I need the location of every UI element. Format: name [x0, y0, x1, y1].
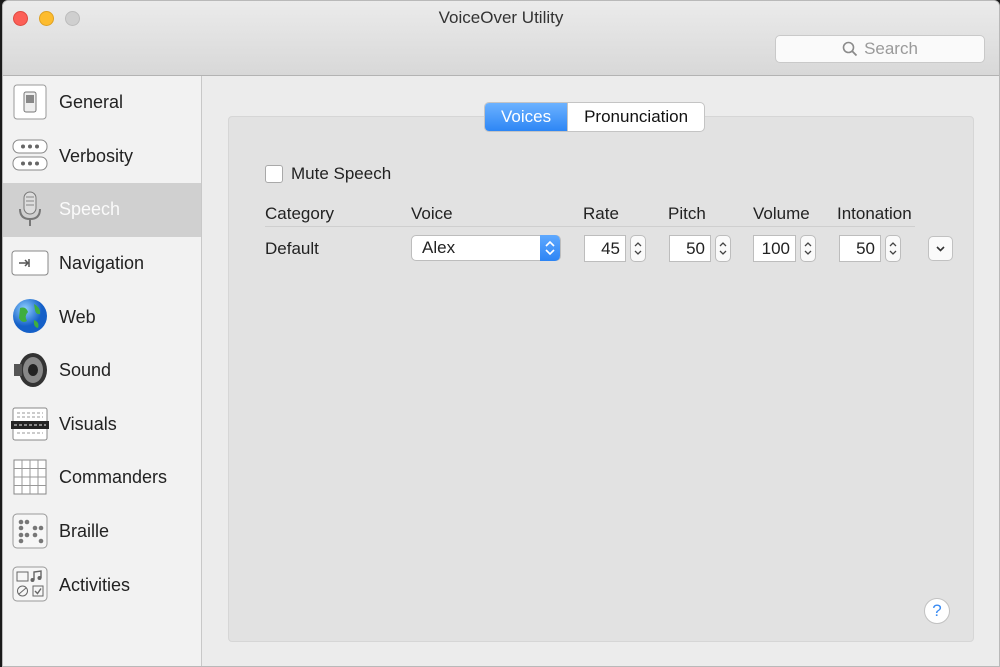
voice-popup[interactable]: Alex: [411, 235, 561, 261]
tab-pronunciation[interactable]: Pronunciation: [567, 103, 704, 131]
chevron-down-icon: [936, 246, 945, 252]
header-divider: [265, 226, 915, 227]
help-button[interactable]: ?: [924, 598, 950, 624]
voiceover-utility-window: VoiceOver Utility Search General Verbosi…: [2, 0, 1000, 667]
braille-icon: [12, 513, 48, 549]
tab-voices[interactable]: Voices: [485, 103, 568, 131]
sidebar-item-label: Speech: [59, 199, 121, 220]
microphone-icon: [19, 191, 41, 227]
rate-stepper[interactable]: [630, 235, 646, 262]
globe-icon: [13, 299, 47, 334]
search-field[interactable]: Search: [775, 35, 985, 63]
window-title: VoiceOver Utility: [438, 8, 564, 27]
sidebar-item-activities[interactable]: Activities: [3, 558, 201, 612]
mute-speech-checkbox[interactable]: [265, 165, 283, 183]
tab-key-icon: [11, 250, 49, 276]
sidebar-item-speech[interactable]: Speech: [3, 183, 201, 237]
tab-control: Voices Pronunciation: [484, 102, 706, 132]
intonation-field[interactable]: 50: [839, 235, 881, 262]
sidebar-item-general[interactable]: General: [3, 76, 201, 130]
voices-panel: Mute Speech Category Voice Rate Pitch Vo…: [228, 116, 974, 642]
stepper-arrows-icon: [804, 242, 812, 255]
switch-icon: [13, 84, 47, 120]
volume-stepper[interactable]: [800, 235, 816, 262]
voice-value: Alex: [422, 238, 456, 257]
sidebar-item-label: Activities: [59, 574, 131, 595]
stepper-arrows-icon: [889, 242, 897, 255]
grid-icon: [13, 459, 47, 495]
speech-bubbles-icon: [12, 139, 48, 171]
stepper-arrows-icon: [634, 242, 642, 255]
activities-icon: [12, 566, 48, 602]
search-placeholder: Search: [864, 39, 918, 58]
mute-speech-label: Mute Speech: [291, 164, 392, 183]
sidebar-item-commanders[interactable]: Commanders: [3, 451, 201, 505]
content-area: Voices Pronunciation Mute Speech Categor…: [202, 76, 999, 666]
pitch-header: Pitch: [668, 204, 706, 223]
sidebar-item-visuals[interactable]: Visuals: [3, 398, 201, 452]
sidebar-item-label: Sound: [59, 360, 112, 381]
title-bar: VoiceOver Utility Search: [3, 1, 999, 76]
stepper-arrows-icon: [719, 242, 727, 255]
intonation-stepper[interactable]: [885, 235, 901, 262]
rate-field[interactable]: 45: [584, 235, 626, 262]
sidebar-item-label: Navigation: [59, 253, 145, 274]
sidebar-item-web[interactable]: Web: [3, 290, 201, 344]
popup-arrows-icon: [540, 235, 560, 261]
sidebar-item-label: Commanders: [59, 467, 168, 488]
volume-field[interactable]: 100: [753, 235, 796, 262]
caption-panel-icon: [11, 407, 49, 441]
search-icon: [842, 41, 858, 57]
expand-options-button[interactable]: [928, 236, 953, 261]
mute-speech-option[interactable]: Mute Speech: [265, 164, 391, 184]
pitch-field[interactable]: 50: [669, 235, 711, 262]
sidebar-item-label: Web: [59, 306, 96, 327]
rate-header: Rate: [583, 204, 619, 223]
speaker-icon: [14, 352, 47, 387]
voice-header: Voice: [411, 204, 453, 223]
category-header: Category: [265, 204, 334, 223]
sidebar-item-label: Verbosity: [59, 145, 134, 166]
sidebar-item-verbosity[interactable]: Verbosity: [3, 130, 201, 184]
sidebar: General Verbosity Speech Navigation Web …: [3, 76, 202, 666]
sidebar-item-sound[interactable]: Sound: [3, 344, 201, 398]
sidebar-item-braille[interactable]: Braille: [3, 505, 201, 559]
sidebar-item-label: Visuals: [59, 413, 117, 434]
intonation-header: Intonation: [837, 204, 912, 223]
volume-header: Volume: [753, 204, 810, 223]
sidebar-item-navigation[interactable]: Navigation: [3, 237, 201, 291]
sidebar-item-label: General: [59, 92, 124, 113]
sidebar-item-label: Braille: [59, 521, 110, 542]
pitch-stepper[interactable]: [715, 235, 731, 262]
category-value: Default: [265, 239, 319, 258]
